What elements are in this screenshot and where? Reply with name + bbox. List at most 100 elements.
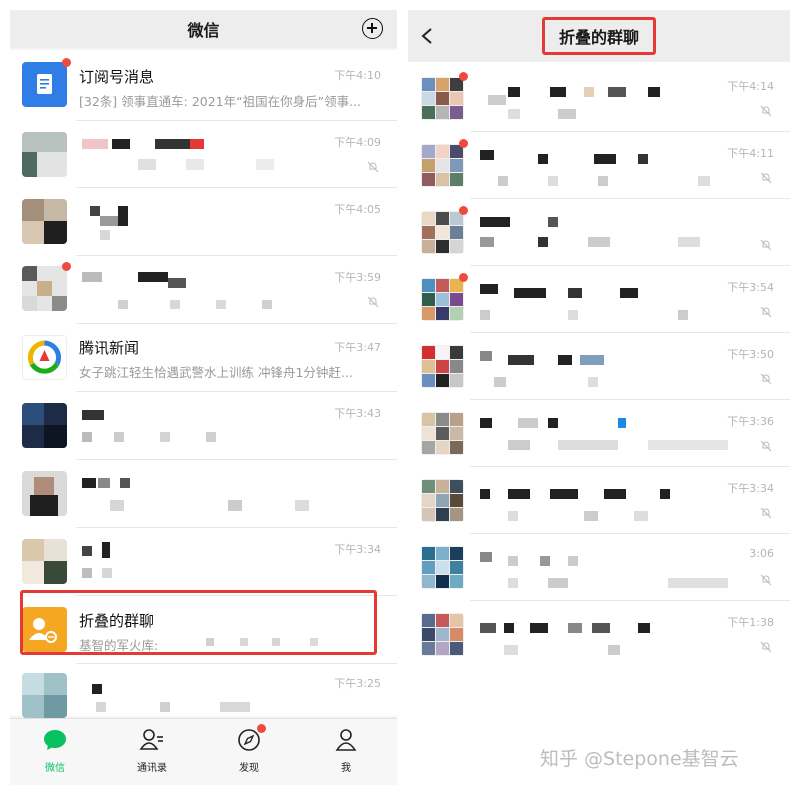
chat-bubble-icon — [42, 727, 68, 753]
chat-row[interactable] — [10, 460, 397, 528]
tab-label: 微信 — [45, 763, 65, 774]
back-chevron-icon[interactable] — [420, 27, 434, 45]
chat-row[interactable]: 下午3:43 — [10, 392, 397, 460]
group-avatar-grid — [421, 345, 464, 388]
chat-time: 下午3:54 — [727, 281, 774, 294]
chat-preview: [32条] 领事直通车: 2021年“祖国在你身后”领事... — [79, 94, 362, 109]
discover-badge — [257, 724, 266, 733]
chat-name: 订阅号消息 — [79, 68, 155, 86]
chat-row-group[interactable]: 下午4:09 — [10, 121, 397, 188]
mute-bell-icon — [760, 105, 772, 117]
chat-time: 下午3:34 — [334, 543, 381, 556]
mute-bell-icon — [760, 641, 772, 653]
article-icon — [37, 74, 52, 94]
blurred-avatar — [22, 132, 67, 177]
tab-label: 我 — [341, 763, 351, 774]
page-title: 微信 — [187, 21, 220, 40]
chat-time: 下午4:09 — [334, 136, 381, 149]
tencent-news-avatar — [22, 335, 67, 380]
tab-discover[interactable]: 发现 — [219, 724, 279, 774]
tab-me[interactable]: 我 — [316, 727, 376, 774]
chat-time: 下午3:50 — [727, 348, 774, 361]
group-chat-row[interactable]: 下午3:34 — [408, 467, 790, 534]
chat-time: 下午4:05 — [334, 203, 381, 216]
zhihu-watermark: 知乎 @Stepone基智云 — [540, 748, 739, 770]
group-chat-row[interactable]: 下午3:36 — [408, 400, 790, 467]
page-title: 折叠的群聊 — [541, 17, 656, 55]
group-avatar-grid — [421, 144, 464, 187]
chat-time: 下午4:10 — [334, 69, 381, 82]
tab-chats[interactable]: 微信 — [25, 727, 85, 774]
group-chat-row[interactable]: 下午4:14 — [408, 65, 790, 132]
tencent-news-logo-icon — [27, 340, 62, 374]
mute-bell-icon — [760, 172, 772, 184]
blurred-avatar — [22, 403, 67, 448]
chat-row[interactable]: 下午3:34 — [10, 528, 397, 596]
mute-bell-icon — [367, 296, 379, 308]
folded-group-list: 下午4:14 下午4:11 下午3:54 下午3:50 下午3:36 下午3:34 3:06… — [408, 65, 790, 662]
unread-badge — [62, 262, 71, 271]
group-avatar-grid — [421, 546, 464, 589]
mute-bell-icon — [760, 574, 772, 586]
mute-bell-icon — [760, 507, 772, 519]
chat-time: 下午1:38 — [727, 616, 774, 629]
mute-bell-icon — [760, 373, 772, 385]
blurred-avatar — [22, 673, 67, 718]
compass-icon — [236, 724, 266, 753]
group-avatar-grid — [421, 77, 464, 120]
group-chat-row[interactable]: 下午1:38 — [408, 601, 790, 662]
unread-badge — [459, 72, 468, 81]
chat-time: 下午4:11 — [727, 147, 774, 160]
blurred-avatar — [22, 266, 67, 311]
unread-badge — [459, 139, 468, 148]
chat-time: 下午3:36 — [727, 415, 774, 428]
group-avatar-grid — [421, 278, 464, 321]
unread-badge — [62, 58, 71, 67]
bottom-tab-bar: 微信 通讯录 发现 我 — [10, 718, 397, 785]
blurred-avatar — [22, 471, 67, 516]
folded-group-chats-screen: 折叠的群聊 下午4:14 下午4:11 下午3:54 下午3:50 下午3:36 下午3:… — [408, 10, 790, 662]
mute-bell-icon — [760, 306, 772, 318]
chat-time: 下午3:59 — [334, 271, 381, 284]
top-bar: 微信 — [10, 10, 397, 48]
group-avatar-grid — [421, 211, 464, 254]
chat-row[interactable]: 下午4:05 — [10, 188, 397, 256]
group-avatar-grid — [421, 613, 464, 656]
mute-bell-icon — [367, 161, 379, 173]
chat-time: 下午4:14 — [727, 80, 774, 93]
top-bar: 折叠的群聊 — [408, 10, 790, 62]
chat-row-tencent-news[interactable]: 腾讯新闻 女子跳江轻生恰遇武警水上训练 冲锋舟1分钟赶... 下午3:47 — [10, 324, 397, 392]
group-chat-row[interactable]: 下午3:50 — [408, 333, 790, 400]
tab-contacts[interactable]: 通讯录 — [122, 727, 182, 774]
group-avatar-grid — [421, 479, 464, 522]
mute-bell-icon — [760, 239, 772, 251]
contacts-icon — [139, 727, 165, 753]
wechat-chat-list-screen: 微信 订阅号消息 [32条] 领事直通车: 2021年“祖国在你身后”领事...… — [10, 10, 397, 785]
blurred-avatar — [22, 199, 67, 244]
unread-badge — [459, 206, 468, 215]
blurred-avatar — [22, 539, 67, 584]
person-icon — [333, 727, 359, 753]
unread-badge — [459, 273, 468, 282]
tab-label: 发现 — [239, 763, 259, 774]
tab-label: 通讯录 — [137, 763, 167, 774]
group-chat-row[interactable] — [408, 199, 790, 266]
chat-time: 下午3:47 — [334, 341, 381, 354]
add-plus-icon[interactable] — [362, 18, 383, 39]
subscription-avatar — [22, 62, 67, 107]
chat-time: 下午3:25 — [334, 677, 381, 690]
chat-name: 腾讯新闻 — [79, 339, 140, 357]
group-chat-row[interactable]: 下午4:11 — [408, 132, 790, 199]
group-chat-row[interactable]: 3:06 — [408, 534, 790, 601]
highlight-box — [20, 590, 377, 655]
group-chat-row[interactable]: 下午3:54 — [408, 266, 790, 333]
chat-preview: 女子跳江轻生恰遇武警水上训练 冲锋舟1分钟赶... — [79, 365, 353, 380]
chat-row-group[interactable]: 下午3:59 — [10, 256, 397, 324]
chat-row[interactable]: 下午3:25 — [10, 664, 397, 718]
chat-time: 下午3:43 — [334, 407, 381, 420]
chat-time: 下午3:34 — [727, 482, 774, 495]
chat-row-subscriptions[interactable]: 订阅号消息 [32条] 领事直通车: 2021年“祖国在你身后”领事... 下午… — [10, 50, 397, 121]
group-avatar-grid — [421, 412, 464, 455]
mute-bell-icon — [760, 440, 772, 452]
chat-time: 3:06 — [749, 547, 774, 560]
